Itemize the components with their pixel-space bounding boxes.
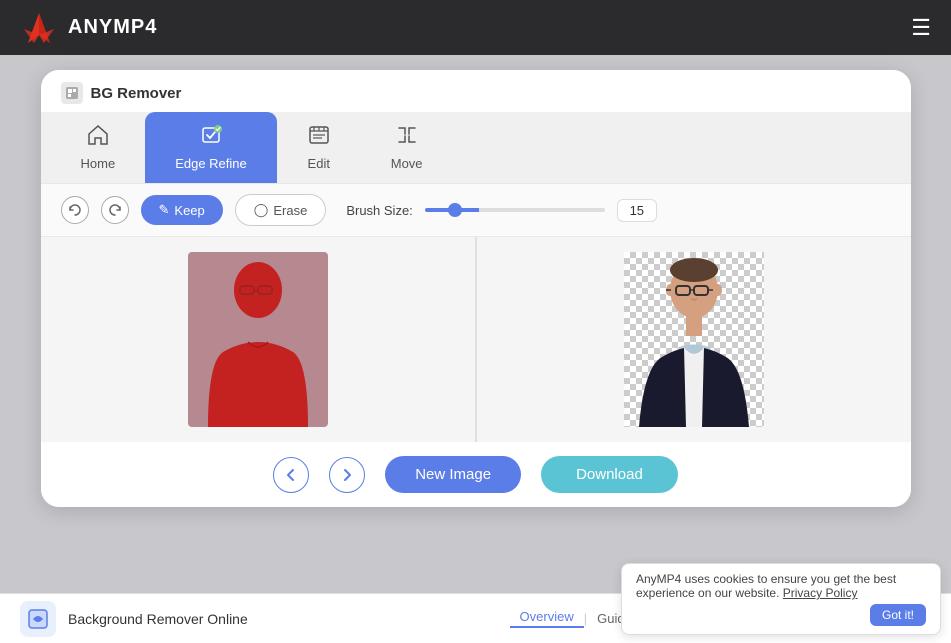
image-area (41, 237, 911, 442)
redo-button[interactable] (101, 196, 129, 224)
result-person-svg (624, 252, 764, 427)
new-image-button[interactable]: New Image (385, 456, 521, 493)
tab-move[interactable]: Move (361, 112, 453, 183)
action-row: New Image Download (41, 442, 911, 507)
privacy-policy-link[interactable]: Privacy Policy (783, 586, 858, 600)
next-image-button[interactable] (329, 457, 365, 493)
source-image-panel (41, 237, 477, 442)
move-icon (395, 124, 419, 152)
card-header-icon (61, 82, 83, 104)
source-person-svg (188, 252, 328, 427)
tab-home[interactable]: Home (51, 112, 146, 183)
keep-icon: ✎ (159, 202, 170, 218)
brush-size-label: Brush Size: (346, 203, 412, 218)
cookie-text: AnyMP4 uses cookies to ensure you get th… (636, 572, 926, 600)
erase-button[interactable]: ◯ Erase (235, 194, 327, 226)
got-it-button[interactable]: Got it! (870, 604, 926, 626)
bg-remover-icon (65, 86, 79, 100)
anymp4-logo-icon (20, 9, 58, 47)
prev-image-button[interactable] (273, 457, 309, 493)
bg-remover-card: BG Remover Home (41, 70, 911, 507)
tab-edge-refine-label: Edge Refine (175, 156, 247, 171)
tab-move-label: Move (391, 156, 423, 171)
home-icon (86, 124, 110, 152)
tab-home-label: Home (81, 156, 116, 171)
nav-link-overview[interactable]: Overview (510, 609, 584, 628)
brush-size-slider[interactable] (425, 208, 605, 212)
next-icon (339, 467, 355, 483)
erase-label: Erase (273, 203, 307, 218)
result-image (624, 252, 764, 427)
keep-button[interactable]: ✎ Keep (141, 195, 223, 225)
tabs-row: Home Edge Refine (41, 112, 911, 183)
card-title: BG Remover (91, 85, 182, 102)
tab-edit[interactable]: Edit (277, 112, 361, 183)
result-image-panel (477, 237, 911, 442)
card-header: BG Remover (41, 70, 911, 112)
app-name: ANYMP4 (68, 16, 157, 39)
prev-icon (283, 467, 299, 483)
undo-button[interactable] (61, 196, 89, 224)
edit-icon (307, 124, 331, 152)
menu-icon[interactable]: ☰ (911, 15, 931, 41)
keep-label: Keep (174, 203, 204, 218)
cookie-banner: AnyMP4 uses cookies to ensure you get th… (621, 563, 941, 635)
bottom-bar-icon (20, 601, 56, 637)
redo-icon (108, 203, 122, 217)
logo-area: ANYMP4 (20, 9, 157, 47)
main-area: BG Remover Home (0, 55, 951, 593)
brush-size-value: 15 (617, 199, 657, 222)
bottom-bar-title: Background Remover Online (68, 611, 248, 627)
edge-refine-icon (199, 124, 223, 152)
source-image (188, 252, 328, 427)
erase-icon: ◯ (254, 202, 269, 218)
top-navigation: ANYMP4 ☰ (0, 0, 951, 55)
toolbar: ✎ Keep ◯ Erase Brush Size: 15 (41, 183, 911, 237)
download-button[interactable]: Download (541, 456, 678, 493)
tab-edit-label: Edit (308, 156, 330, 171)
tab-edge-refine[interactable]: Edge Refine (145, 112, 277, 183)
undo-icon (68, 203, 82, 217)
